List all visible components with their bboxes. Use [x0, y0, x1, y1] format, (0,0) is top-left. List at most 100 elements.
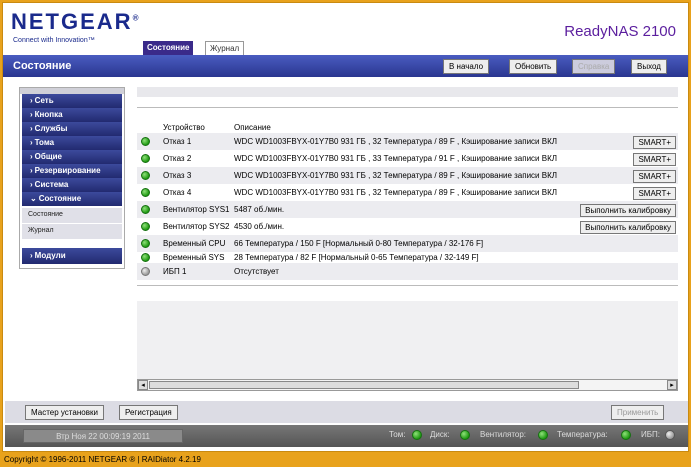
temperature-status-icon[interactable]: [621, 430, 631, 440]
page-title: Состояние: [13, 60, 72, 72]
apply-button[interactable]: Применить: [611, 405, 665, 420]
column-header-description: Описание: [234, 123, 271, 132]
copyright-text: Copyright © 1996-2011 NETGEAR ® | RAIDia…: [4, 455, 201, 464]
scroll-left-icon[interactable]: ◂: [138, 380, 148, 390]
status-led-icon: [141, 253, 150, 262]
title-bar: Состояние В начало Обновить Справка Выхо…: [3, 55, 688, 77]
divider: [137, 285, 678, 286]
sidebar-item-status[interactable]: ⌄ Состояние: [22, 192, 122, 206]
device-name: Вентилятор SYS2: [163, 222, 230, 231]
logo-text: NETGEAR: [11, 9, 133, 34]
smart-button[interactable]: SMART+: [633, 187, 676, 200]
ups-status-label: ИБП:: [641, 430, 660, 439]
chevron-right-icon: ›: [30, 251, 33, 260]
logo-tagline: Connect with Innovation™: [13, 37, 95, 44]
chevron-right-icon: ›: [30, 96, 33, 105]
sidebar-item-label: Резервирование: [34, 166, 101, 175]
sidebar-item-volumes[interactable]: › Тома: [22, 136, 122, 150]
temperature-status-label: Температура:: [557, 430, 608, 439]
sidebar-item-network[interactable]: › Сеть: [22, 94, 122, 108]
sidebar-item-system[interactable]: › Система: [22, 178, 122, 192]
calibrate-button[interactable]: Выполнить калибровку: [580, 221, 676, 234]
chevron-right-icon: ›: [30, 110, 33, 119]
scroll-thumb[interactable]: [149, 381, 579, 389]
device-description: WDC WD1003FBYX-01Y7B0 931 ГБ , 32 Темпер…: [234, 171, 557, 180]
smart-button[interactable]: SMART+: [633, 136, 676, 149]
home-button[interactable]: В начало: [443, 59, 490, 74]
sidebar-item-label: Состояние: [38, 194, 82, 203]
chevron-right-icon: ›: [30, 138, 33, 147]
refresh-button[interactable]: Обновить: [509, 59, 558, 74]
sidebar-subitem-status[interactable]: Состояние: [22, 208, 122, 223]
status-led-icon: [141, 222, 150, 231]
status-led-icon: [141, 171, 150, 180]
chevron-right-icon: ›: [30, 152, 33, 161]
sidebar-item-label: Система: [34, 180, 69, 189]
fan-status-icon[interactable]: [538, 430, 548, 440]
netgear-logo: NETGEAR®: [11, 9, 140, 35]
disk-status-label: Диск:: [430, 430, 450, 439]
device-description: WDC WD1003FBYX-01Y7B0 931 ГБ , 32 Темпер…: [234, 137, 557, 146]
volume-status-label: Том:: [389, 430, 406, 439]
table-row: Вентилятор SYS1 5487 об./мин. Выполнить …: [137, 201, 678, 218]
device-name: Вентилятор SYS1: [163, 205, 230, 214]
chevron-down-icon: ⌄: [30, 194, 37, 203]
fan-status-label: Вентилятор:: [480, 430, 527, 439]
disk-status-icon[interactable]: [460, 430, 470, 440]
sidebar: › Сеть › Кнопка › Службы › Тома › Общие › Резе…: [19, 87, 125, 269]
table-row: Вентилятор SYS2 4530 об./мин. Выполнить …: [137, 218, 678, 235]
device-name: Отказ 1: [163, 137, 192, 146]
status-led-icon: [141, 154, 150, 163]
status-led-icon: [141, 188, 150, 197]
product-name: ReadyNAS 2100: [564, 23, 676, 40]
horizontal-scrollbar[interactable]: ◂ ▸: [137, 379, 678, 391]
device-name: Отказ 4: [163, 188, 192, 197]
device-name: Временный SYS: [163, 253, 225, 262]
sidebar-item-shares[interactable]: › Общие: [22, 150, 122, 164]
sidebar-item-label: Сеть: [34, 96, 54, 105]
sidebar-item-label: Общие: [34, 152, 62, 161]
device-name: ИБП 1: [163, 267, 187, 276]
header: NETGEAR® Connect with Innovation™ ReadyN…: [3, 3, 688, 55]
table-row: Отказ 2 WDC WD1003FBYX-01Y7B0 931 ГБ , 3…: [137, 150, 678, 167]
ups-status-icon[interactable]: [665, 430, 675, 440]
tab-log[interactable]: Журнал: [205, 41, 245, 55]
status-led-icon: [141, 137, 150, 146]
sidebar-item-label: Кнопка: [34, 110, 63, 119]
smart-button[interactable]: SMART+: [633, 170, 676, 183]
scroll-right-icon[interactable]: ▸: [667, 380, 677, 390]
sidebar-item-modules[interactable]: › Модули: [22, 248, 122, 264]
bottom-toolbar: Мастер установки Регистрация Применить: [5, 401, 688, 423]
empty-area: [137, 301, 678, 379]
sidebar-item-label: Службы: [34, 124, 68, 133]
device-description: Отсутствует: [234, 267, 279, 276]
setup-wizard-button[interactable]: Мастер установки: [25, 405, 104, 420]
sidebar-item-services[interactable]: › Службы: [22, 122, 122, 136]
help-button[interactable]: Справка: [572, 59, 616, 74]
column-header-device: Устройство: [163, 123, 205, 132]
register-button[interactable]: Регистрация: [119, 405, 178, 420]
sidebar-item-button[interactable]: › Кнопка: [22, 108, 122, 122]
table-row: Отказ 4 WDC WD1003FBYX-01Y7B0 931 ГБ , 3…: [137, 184, 678, 201]
sidebar-item-backup[interactable]: › Резервирование: [22, 164, 122, 178]
device-description: WDC WD1003FBYX-01Y7B0 931 ГБ , 32 Темпер…: [234, 188, 557, 197]
device-name: Отказ 2: [163, 154, 192, 163]
tab-status[interactable]: Состояние: [143, 41, 194, 55]
device-description: 5487 об./мин.: [234, 205, 285, 214]
status-bar: Втр Ноя 22 00:09:19 2011 Том: Диск: Вент…: [5, 425, 688, 447]
calibrate-button[interactable]: Выполнить калибровку: [580, 204, 676, 217]
sidebar-subitem-log[interactable]: Журнал: [22, 224, 122, 239]
logo-mark: ®: [132, 13, 141, 23]
device-description: 66 Температура / 150 F [Нормальный 0-80 …: [234, 239, 484, 248]
logout-button[interactable]: Выход: [631, 59, 667, 74]
status-led-icon: [141, 267, 150, 276]
status-led-icon: [141, 205, 150, 214]
chevron-right-icon: ›: [30, 166, 33, 175]
app-frame: NETGEAR® Connect with Innovation™ ReadyN…: [2, 2, 689, 452]
volume-status-icon[interactable]: [412, 430, 422, 440]
panel-header-band: [137, 87, 678, 97]
table-row: ИБП 1 Отсутствует: [137, 263, 678, 280]
table-row: Отказ 3 WDC WD1003FBYX-01Y7B0 931 ГБ , 3…: [137, 167, 678, 184]
smart-button[interactable]: SMART+: [633, 153, 676, 166]
device-description: WDC WD1003FBYX-01Y7B0 931 ГБ , 33 Темпер…: [234, 154, 557, 163]
